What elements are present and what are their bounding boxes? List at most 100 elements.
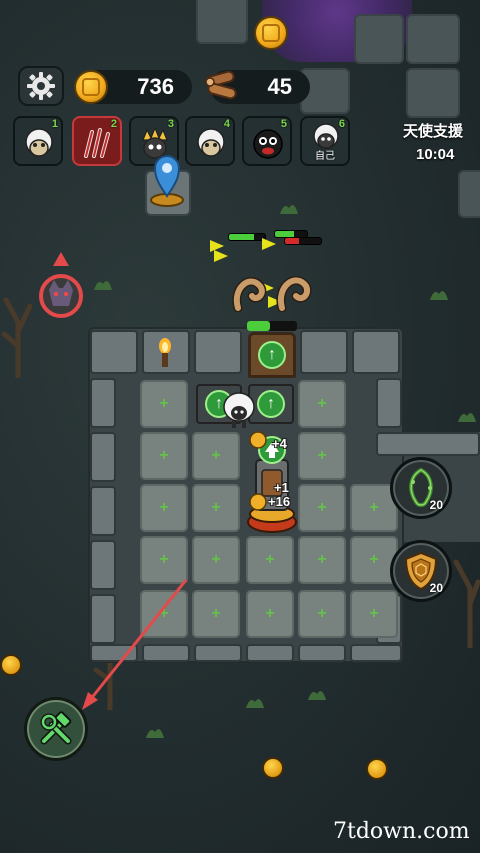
build-button[interactable] bbox=[24, 697, 88, 761]
coin-pickup-icon[interactable] bbox=[262, 757, 284, 779]
gear-icon bbox=[27, 72, 55, 100]
gold-coin-icon bbox=[74, 70, 108, 104]
bush-icon bbox=[94, 281, 112, 290]
floor-build-spot[interactable]: + bbox=[298, 484, 346, 532]
wall-block bbox=[194, 330, 242, 374]
plus-icon: + bbox=[265, 605, 275, 622]
bush-icon bbox=[458, 413, 476, 422]
player-slot-number: 1 bbox=[51, 118, 58, 130]
floor-build-spot[interactable]: + bbox=[140, 536, 188, 584]
coin-pickup-icon[interactable] bbox=[0, 654, 22, 676]
player-slot-number: 2 bbox=[110, 118, 117, 130]
plus-icon: + bbox=[369, 499, 379, 516]
gold-bonus-text: +16 bbox=[268, 494, 291, 509]
player-slot-number: 6 bbox=[338, 118, 345, 130]
floor-build-spot[interactable]: + bbox=[298, 432, 346, 480]
floor-build-spot[interactable]: + bbox=[140, 432, 188, 480]
plus-icon: + bbox=[317, 605, 327, 622]
floor-build-spot[interactable]: + bbox=[246, 590, 294, 638]
plus-icon: + bbox=[159, 499, 169, 516]
wall-block bbox=[194, 644, 242, 662]
upgrade-arrow-icon: ↑ bbox=[257, 390, 285, 418]
wall-block bbox=[90, 540, 116, 590]
floor-build-spot[interactable]: + bbox=[140, 484, 188, 532]
wall-block bbox=[142, 644, 190, 662]
wall-block bbox=[352, 330, 400, 374]
wall-block bbox=[90, 432, 116, 482]
plus-icon: + bbox=[317, 499, 327, 516]
skill-count: 20 bbox=[429, 581, 443, 595]
player-slot-4[interactable]: 4 bbox=[185, 116, 235, 166]
bush-icon bbox=[430, 291, 448, 300]
sheep-icon bbox=[25, 128, 53, 157]
player-slot-2[interactable]: 2 bbox=[72, 116, 122, 166]
floor-build-spot[interactable]: + bbox=[192, 590, 240, 638]
claw-monster-icon bbox=[84, 128, 110, 158]
floor-build-spot[interactable]: + bbox=[246, 536, 294, 584]
coin-pickup-icon[interactable] bbox=[254, 16, 288, 50]
plus-icon: + bbox=[159, 395, 169, 412]
vine-shield-skill-button[interactable]: 20 bbox=[390, 457, 452, 519]
floor-tile bbox=[354, 14, 404, 64]
wall-block bbox=[300, 330, 348, 374]
floor-build-spot[interactable]: + bbox=[192, 484, 240, 532]
enemy-health-bar bbox=[228, 233, 266, 241]
floor-tile bbox=[458, 170, 480, 218]
worm-enemy-icon[interactable] bbox=[230, 268, 312, 312]
floor-build-spot[interactable]: + bbox=[298, 380, 346, 428]
door-health-bar bbox=[247, 321, 297, 331]
plus-icon: + bbox=[211, 447, 221, 464]
floor-build-spot[interactable]: + bbox=[298, 536, 346, 584]
watermark: 7tdown.com bbox=[333, 819, 470, 844]
self-label: 自己 bbox=[315, 151, 335, 162]
armor-shield-skill-button[interactable]: 20 bbox=[390, 540, 452, 602]
support-timer: 10:04 bbox=[416, 146, 455, 163]
plus-icon: + bbox=[211, 605, 221, 622]
black-monster-icon bbox=[253, 129, 283, 159]
gold-bonus-text: +1 bbox=[274, 480, 289, 495]
floor-build-spot[interactable]: + bbox=[192, 536, 240, 584]
plus-icon: + bbox=[369, 605, 379, 622]
enemy-direction-arrow-icon bbox=[262, 238, 276, 250]
enemy-direction-arrow-icon bbox=[214, 250, 228, 262]
plus-icon: + bbox=[211, 499, 221, 516]
gold-value: 736 bbox=[137, 74, 174, 99]
wood-logs-icon bbox=[205, 70, 237, 100]
wall-block bbox=[298, 644, 346, 662]
plus-icon: + bbox=[317, 447, 327, 464]
player-slot-5[interactable]: 5 bbox=[242, 116, 292, 166]
wall-block bbox=[90, 644, 138, 662]
player-slot-1[interactable]: 1 bbox=[13, 116, 63, 166]
wall-block bbox=[90, 486, 116, 536]
player-slot-number: 4 bbox=[223, 118, 230, 130]
wall-block bbox=[90, 378, 116, 428]
skill-count: 20 bbox=[429, 498, 443, 512]
settings-button[interactable] bbox=[18, 66, 64, 106]
bush-icon bbox=[246, 699, 264, 708]
player-slot-number: 5 bbox=[280, 118, 287, 130]
floor-build-spot[interactable]: + bbox=[140, 590, 188, 638]
gold-bonus-text: +4 bbox=[272, 436, 287, 451]
enemy-wolf-marker-icon[interactable] bbox=[36, 252, 86, 320]
floor-build-spot[interactable]: + bbox=[140, 380, 188, 428]
floor-build-spot[interactable]: + bbox=[298, 590, 346, 638]
plus-icon: + bbox=[159, 551, 169, 568]
floor-build-spot[interactable]: + bbox=[350, 590, 398, 638]
dead-tree-icon bbox=[1, 297, 33, 378]
plus-icon: + bbox=[265, 551, 275, 568]
floor-tile bbox=[406, 68, 460, 118]
wood-value: 45 bbox=[267, 74, 292, 99]
torch-icon bbox=[159, 338, 171, 367]
floor-tile bbox=[196, 0, 248, 44]
wall-block bbox=[376, 378, 402, 428]
location-pin-icon[interactable] bbox=[147, 152, 187, 208]
sheep-character-icon[interactable] bbox=[222, 385, 256, 429]
coin-pickup-icon[interactable] bbox=[366, 758, 388, 780]
door-upgrade-button[interactable]: ↑ bbox=[248, 332, 296, 378]
plus-icon: + bbox=[317, 551, 327, 568]
player-slot-6[interactable]: 6 自己 bbox=[300, 116, 350, 166]
floor-build-spot[interactable]: + bbox=[192, 432, 240, 480]
plus-icon: + bbox=[159, 447, 169, 464]
enemy-health-bar bbox=[284, 237, 322, 245]
wall-block bbox=[376, 432, 480, 456]
